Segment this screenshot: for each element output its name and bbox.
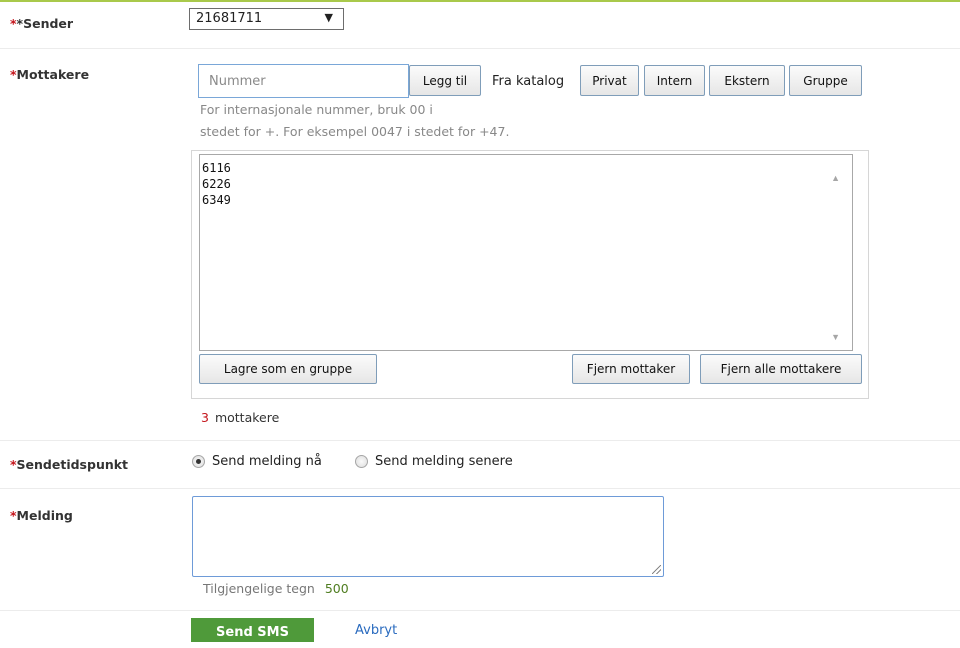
scroll-up-arrow-icon[interactable]: ▲ [831,173,840,183]
catalog-label: Fra katalog [492,74,565,89]
sender-label: **Sender [10,16,73,31]
remove-recipient-button[interactable]: Fjern mottaker [572,354,690,384]
available-characters-label: Tilgjengelige tegn [203,581,315,596]
message-label: *Melding [10,508,73,523]
send-sms-button[interactable]: Send SMS [191,618,314,642]
message-label-text: Melding [16,508,73,523]
send-now-label[interactable]: Send melding nå [212,454,322,469]
send-later-radio[interactable] [355,455,368,468]
catalog-group-button[interactable]: Gruppe [789,65,862,96]
international-hint-line2: stedet for +. For eksempel 0047 i stedet… [200,124,510,139]
message-textarea[interactable] [192,496,664,577]
catalog-external-button[interactable]: Ekstern [709,65,785,96]
send-time-label-text: Sendetidspunkt [16,457,129,472]
recipients-label-text: Mottakere [16,67,90,82]
send-time-label: *Sendetidspunkt [10,457,128,472]
recipient-list-item: 6226 [202,177,231,191]
divider [0,440,960,441]
resize-grip-icon[interactable] [652,565,661,574]
available-characters-count: 500 [324,581,349,596]
sender-selected-value: 21681711 [196,11,263,26]
save-as-group-button[interactable]: Lagre som en gruppe [199,354,377,384]
recipient-list-item: 6116 [202,161,231,175]
cancel-link[interactable]: Avbryt [355,623,397,638]
recipient-list-scrollbar[interactable]: ▲ ▼ [831,155,852,350]
recipient-count-number: 3 [201,410,209,425]
send-now-radio[interactable] [192,455,205,468]
remove-all-recipients-button[interactable]: Fjern alle mottakere [700,354,862,384]
add-number-button[interactable]: Legg til [409,65,481,96]
chevron-down-icon: ▼ [324,11,333,24]
divider [0,610,960,611]
recipient-count-label: mottakere [214,410,280,425]
catalog-internal-button[interactable]: Intern [644,65,705,96]
recipient-list-panel: 6116 6226 6349 ▲ ▼ Lagre som en gruppe F… [191,150,869,399]
recipient-list[interactable]: 6116 6226 6349 ▲ ▼ [199,154,853,351]
international-hint-line1: For internasjonale nummer, bruk 00 i [200,102,433,117]
scroll-down-arrow-icon[interactable]: ▼ [831,332,840,342]
divider [0,488,960,489]
recipient-count: 3 mottakere [201,410,279,425]
recipient-list-item: 6349 [202,193,231,207]
recipients-label: *Mottakere [10,67,89,82]
sender-label-text: *Sender [16,16,74,31]
catalog-private-button[interactable]: Privat [580,65,639,96]
top-accent-line [0,0,960,2]
number-input[interactable] [198,64,409,98]
available-characters: Tilgjengelige tegn 500 [203,581,349,596]
divider [0,48,960,49]
send-later-label[interactable]: Send melding senere [375,454,513,469]
sender-select[interactable]: 21681711 ▼ [189,8,344,30]
